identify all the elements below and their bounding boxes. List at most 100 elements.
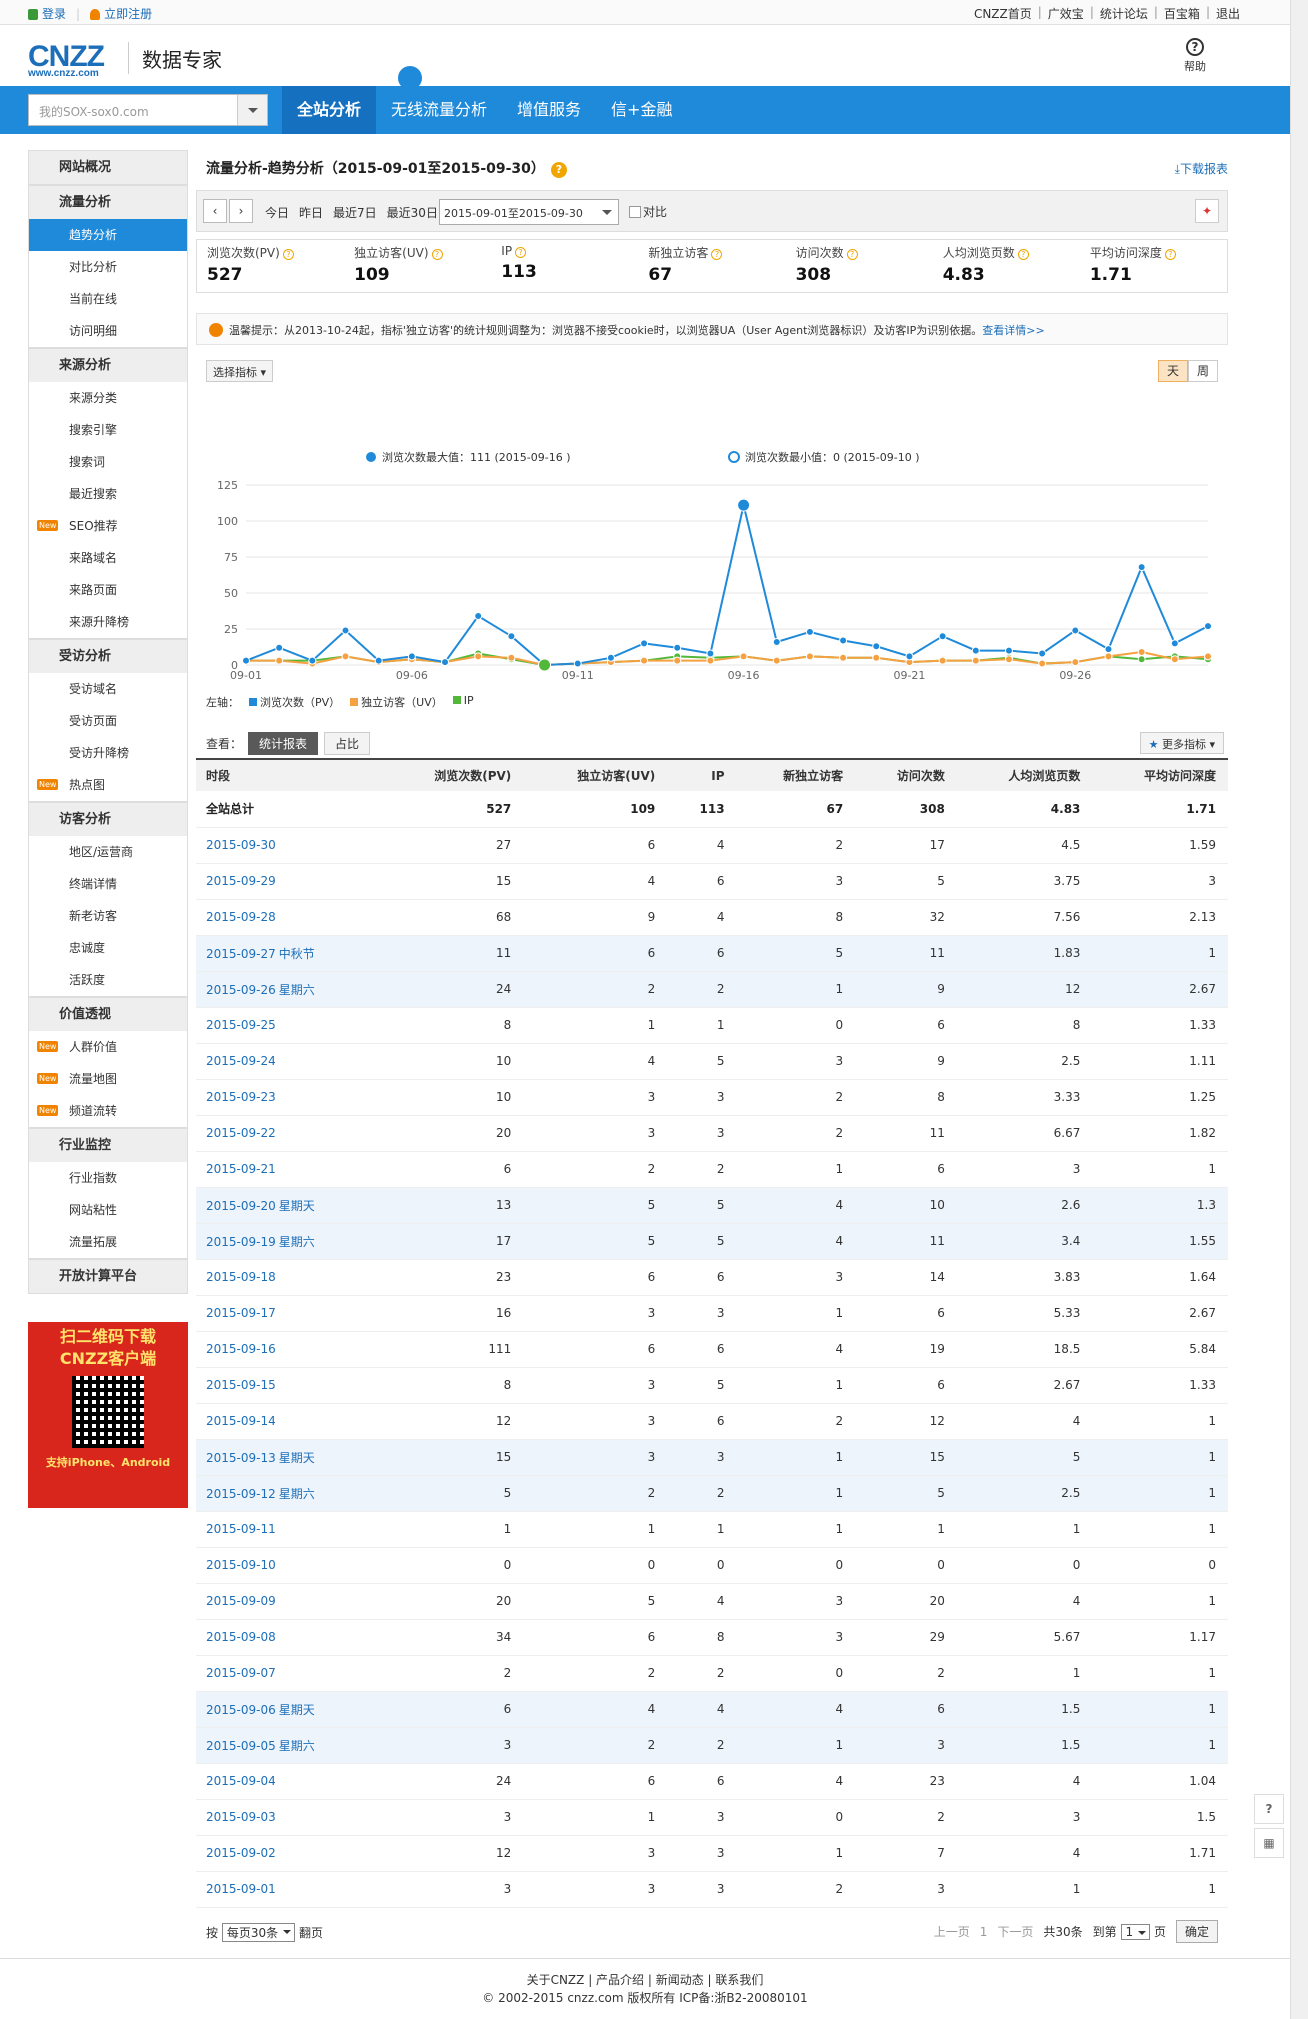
sidebar-item[interactable]: 当前在线 <box>29 283 187 315</box>
sidebar-item[interactable]: 终端详情 <box>29 868 187 900</box>
data-point[interactable] <box>971 646 980 655</box>
data-point[interactable] <box>772 656 781 665</box>
scrollbar[interactable] <box>1290 0 1308 2019</box>
sidebar-item[interactable]: 受访页面 <box>29 705 187 737</box>
data-point[interactable] <box>872 642 881 651</box>
sidebar-group-title[interactable]: 访客分析 <box>29 802 187 836</box>
next-page[interactable]: 下一页 <box>997 1923 1033 1940</box>
data-point[interactable] <box>507 632 516 641</box>
date-cell[interactable]: 2015-09-12 星期六 <box>196 1475 381 1512</box>
data-point[interactable] <box>1038 649 1047 658</box>
date-cell[interactable]: 2015-09-22 <box>196 1115 381 1152</box>
data-point[interactable] <box>1137 648 1146 657</box>
date-cell[interactable]: 2015-09-26 星期六 <box>196 971 381 1008</box>
data-point[interactable] <box>739 652 748 661</box>
help-icon[interactable]: ? <box>550 162 567 178</box>
data-point[interactable] <box>573 659 582 668</box>
prev-page[interactable]: 上一页 <box>934 1923 970 1940</box>
data-point[interactable] <box>640 656 649 665</box>
register-link[interactable]: 立即注册 <box>90 5 152 22</box>
data-point[interactable] <box>1071 658 1080 667</box>
data-point[interactable] <box>737 498 751 512</box>
data-point[interactable] <box>1137 563 1146 572</box>
qr-float-icon[interactable]: ▦ <box>1254 1828 1284 1858</box>
data-point[interactable] <box>1104 645 1113 654</box>
help-icon[interactable]: ? <box>282 249 294 260</box>
login-link[interactable]: 登录 <box>28 5 66 22</box>
tab-share[interactable]: 占比 <box>324 732 371 755</box>
select-metric-dropdown[interactable]: 选择指标 ▾ <box>206 360 274 382</box>
quick-date-link[interactable]: 昨日 <box>299 204 323 221</box>
data-point[interactable] <box>1204 652 1212 661</box>
sidebar-item[interactable]: New 频道流转 <box>29 1095 187 1127</box>
data-point[interactable] <box>407 652 416 661</box>
data-point[interactable] <box>1004 646 1013 655</box>
date-cell[interactable]: 2015-09-30 <box>196 827 381 864</box>
sidebar-item[interactable]: 来路域名 <box>29 542 187 574</box>
data-point[interactable] <box>275 643 284 652</box>
date-cell[interactable]: 2015-09-04 <box>196 1763 381 1800</box>
data-point[interactable] <box>673 656 682 665</box>
data-point[interactable] <box>507 653 516 662</box>
data-point[interactable] <box>374 656 383 665</box>
quick-date-link[interactable]: 最近7日 <box>333 204 377 221</box>
page-size-select[interactable]: 每页30条 <box>221 1923 296 1942</box>
data-point[interactable] <box>805 652 814 661</box>
download-report-link[interactable]: ⤓下载报表 <box>1175 160 1228 177</box>
data-point[interactable] <box>872 653 881 662</box>
data-point[interactable] <box>1170 655 1179 664</box>
sidebar-item[interactable]: 流量拓展 <box>29 1226 187 1258</box>
sidebar-item[interactable]: 搜索词 <box>29 446 187 478</box>
date-cell[interactable]: 2015-09-21 <box>196 1151 381 1188</box>
sidebar-item[interactable]: 网站粘性 <box>29 1194 187 1226</box>
sidebar-group-title[interactable]: 开放计算平台 <box>29 1259 187 1293</box>
sidebar-item[interactable]: 受访升降榜 <box>29 737 187 769</box>
date-cell[interactable]: 2015-09-02 <box>196 1835 381 1872</box>
date-cell[interactable]: 2015-09-28 <box>196 899 381 936</box>
data-point[interactable] <box>706 649 715 658</box>
sidebar-group-title[interactable]: 来源分析 <box>29 348 187 382</box>
date-cell[interactable]: 2015-09-05 星期六 <box>196 1727 381 1764</box>
sidebar-item[interactable]: 来源升降榜 <box>29 606 187 638</box>
data-point[interactable] <box>1004 655 1013 664</box>
data-point[interactable] <box>971 656 980 665</box>
nav-item[interactable]: 无线流量分析 <box>376 86 502 134</box>
cnzz-logo[interactable]: CNZZ www.cnzz.com <box>28 40 105 79</box>
sidebar-item[interactable]: 搜索引擎 <box>29 414 187 446</box>
date-cell[interactable]: 2015-09-17 <box>196 1295 381 1332</box>
help-icon[interactable]: ? <box>431 249 443 260</box>
footer-links[interactable]: 关于CNZZ | 产品介绍 | 新闻动态 | 联系我们 <box>0 1971 1290 1989</box>
data-point[interactable] <box>275 656 284 665</box>
nav-item[interactable]: 信+金融 <box>596 86 687 134</box>
date-cell[interactable]: 2015-09-23 <box>196 1079 381 1116</box>
sidebar-group-title[interactable]: 网站概况 <box>29 150 187 184</box>
sidebar-item[interactable]: 来路页面 <box>29 574 187 606</box>
sidebar-group-title[interactable]: 受访分析 <box>29 639 187 673</box>
sidebar-item[interactable]: 行业指数 <box>29 1162 187 1194</box>
sidebar-item[interactable]: New 人群价值 <box>29 1031 187 1063</box>
data-point[interactable] <box>1204 622 1212 631</box>
date-range-select[interactable]: 2015-09-01至2015-09-30 <box>439 199 619 225</box>
data-point[interactable] <box>341 626 350 635</box>
site-selector[interactable]: 我的SOX-sox0.com <box>28 94 268 126</box>
more-metrics-button[interactable]: ★ 更多指标 ▾ <box>1139 732 1224 754</box>
date-cell[interactable]: 2015-09-01 <box>196 1871 381 1908</box>
date-cell[interactable]: 2015-09-08 <box>196 1619 381 1656</box>
help-icon[interactable]: ? <box>711 249 723 260</box>
data-point[interactable] <box>706 656 715 665</box>
sidebar-group-title[interactable]: 流量分析 <box>29 185 187 219</box>
date-cell[interactable]: 2015-09-07 <box>196 1655 381 1692</box>
date-cell[interactable]: 2015-09-25 <box>196 1007 381 1044</box>
data-point[interactable] <box>905 652 914 661</box>
data-point[interactable] <box>1104 652 1113 661</box>
sidebar-item[interactable]: 趋势分析 <box>29 219 187 251</box>
date-cell[interactable]: 2015-09-20 星期天 <box>196 1187 381 1224</box>
week-tab[interactable]: 周 <box>1188 360 1218 382</box>
sidebar-item[interactable]: New 流量地图 <box>29 1063 187 1095</box>
compare-checkbox[interactable]: 对比 <box>629 203 667 220</box>
date-cell[interactable]: 2015-09-27 中秋节 <box>196 935 381 972</box>
date-cell[interactable]: 2015-09-16 <box>196 1331 381 1368</box>
data-point[interactable] <box>673 643 682 652</box>
current-page[interactable]: 1 <box>980 1925 988 1939</box>
date-cell[interactable]: 2015-09-09 <box>196 1583 381 1620</box>
